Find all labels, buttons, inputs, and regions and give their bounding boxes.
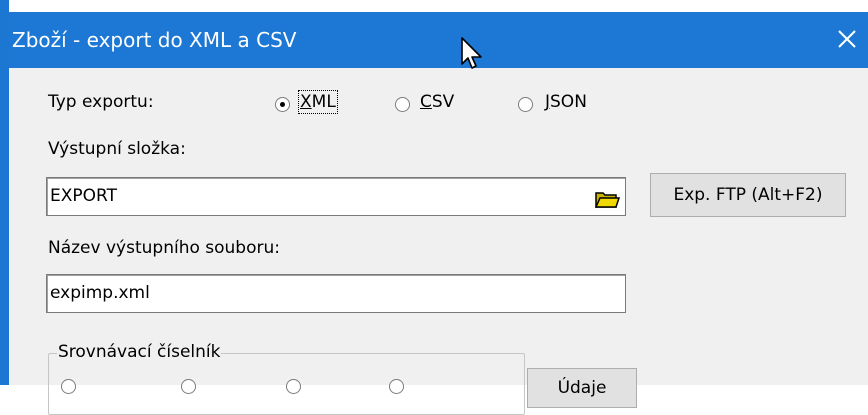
radio-csv-label[interactable]: CSV xyxy=(420,92,454,112)
output-file-field[interactable]: expimp.xml xyxy=(46,274,626,313)
dialog-body: Typ exportu: XML CSV JSON Výstupní složk… xyxy=(9,68,868,415)
comparison-radio-4[interactable] xyxy=(389,379,404,394)
window-title: Zboží - export do XML a CSV xyxy=(12,28,297,52)
comparison-radio-1[interactable] xyxy=(61,379,76,394)
ftp-export-button[interactable]: Exp. FTP (Alt+F2) xyxy=(650,173,846,217)
radio-xml-label[interactable]: XML xyxy=(298,90,338,114)
radio-json-label[interactable]: JSON xyxy=(545,92,587,112)
output-folder-value: EXPORT xyxy=(50,186,117,206)
radio-xml-button[interactable] xyxy=(275,97,290,112)
output-folder-label: Výstupní složka: xyxy=(48,139,186,159)
udaje-button[interactable]: Údaje xyxy=(527,368,637,408)
comparison-groupbox-title: Srovnávací číselník xyxy=(57,342,222,362)
radio-json-button[interactable] xyxy=(518,97,533,112)
window-left-border xyxy=(0,0,9,385)
comparison-radio-3[interactable] xyxy=(286,379,301,394)
output-file-value: expimp.xml xyxy=(50,283,150,303)
export-type-label: Typ exportu: xyxy=(48,92,154,112)
close-icon[interactable] xyxy=(832,22,862,56)
title-bar[interactable]: Zboží - export do XML a CSV xyxy=(9,12,868,68)
comparison-radio-2[interactable] xyxy=(181,379,196,394)
output-file-label: Název výstupního souboru: xyxy=(48,238,280,258)
output-folder-field[interactable]: EXPORT xyxy=(46,177,626,216)
mouse-cursor-icon xyxy=(460,36,484,77)
radio-csv-button[interactable] xyxy=(395,97,410,112)
folder-icon[interactable] xyxy=(594,186,621,208)
